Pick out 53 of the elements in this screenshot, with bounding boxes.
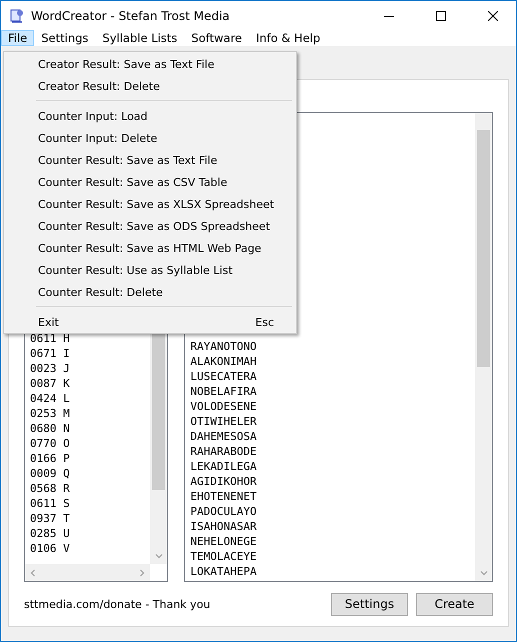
list-row-text: NEHELONEGE	[190, 534, 258, 549]
scroll-down-icon[interactable]	[480, 569, 488, 577]
scrollbar[interactable]	[475, 113, 492, 581]
list-row-text: AGIDIKOHOR	[190, 474, 258, 489]
list-row-text: LEKADILEGA	[190, 459, 258, 474]
list-row-text: 0166 P	[30, 451, 71, 466]
close-icon	[488, 10, 498, 20]
list-row-text: 0770 O	[30, 436, 71, 451]
menu-item[interactable]: Creator Result: Save as Text File	[6, 53, 294, 75]
list-row-text: LUSECATERA	[190, 369, 258, 384]
menu-item[interactable]: Creator Result: Delete	[6, 75, 294, 97]
donate-text: sttmedia.com/donate - Thank you	[24, 598, 212, 610]
list-row-text: ISAHONASAR	[190, 519, 258, 534]
footer-button[interactable]: Settings	[331, 592, 408, 616]
maximize-icon	[436, 10, 446, 20]
list-row-text: 0253 M	[30, 406, 71, 421]
shortcut-label: Esc	[255, 316, 274, 328]
list-row-text: ALAKONIMAH	[190, 354, 258, 369]
menu-item-label: Exit	[38, 316, 59, 328]
list-row-text: NOBELAFIRA	[190, 384, 258, 399]
list-row-text: DAHEMESOSA	[190, 429, 258, 444]
menu-bar-item[interactable]: Syllable Lists	[95, 30, 184, 46]
window-title: WordCreator - Stefan Trost Media	[31, 8, 231, 22]
menu-bar-item[interactable]: Settings	[34, 30, 96, 46]
list-row-text: 0611 H	[30, 331, 71, 346]
list-row-text: 0680 N	[30, 421, 71, 436]
menu-bar-item[interactable]: Software	[184, 30, 249, 46]
list-row-text: RAHARABODE	[190, 444, 258, 459]
menu-bar-item[interactable]: Info & Help	[249, 30, 328, 46]
list-row-text: TEMOLACEYE	[190, 549, 258, 564]
list-row-text: 0285 U	[30, 526, 71, 541]
list-row-text: EHOTENENET	[190, 489, 258, 504]
list-row-text: PADOCULAYO	[190, 504, 258, 519]
list-row-text: 0611 S	[30, 496, 71, 511]
menu-bar-item[interactable]: File	[1, 30, 34, 46]
list-row-text: 0106 V	[30, 541, 71, 556]
list-row-text: 0937 T	[30, 511, 71, 526]
horizontal-scrollbar[interactable]	[25, 564, 150, 581]
list-row-text: RAYANOTONO	[190, 339, 258, 354]
list-row-text: OTIWIHELER	[190, 414, 258, 429]
list-row-text: LOKATAHEPA	[190, 564, 258, 579]
footer-button[interactable]: Create	[416, 592, 493, 616]
app-icon	[9, 8, 25, 24]
list-row-text: 0568 R	[30, 481, 71, 496]
list-row-text: 0424 L	[30, 391, 71, 406]
scroll-left-icon[interactable]	[29, 568, 37, 576]
scroll-right-icon[interactable]	[138, 568, 146, 576]
list-row-text: VOLODESENE	[190, 399, 258, 414]
list-row-text: 0671 I	[30, 346, 71, 361]
list-row-text: 0023 J	[30, 361, 71, 376]
list-row-text: 0009 Q	[30, 466, 71, 481]
scroll-down-icon[interactable]	[154, 552, 163, 560]
list-row-text: 0087 K	[30, 376, 71, 391]
